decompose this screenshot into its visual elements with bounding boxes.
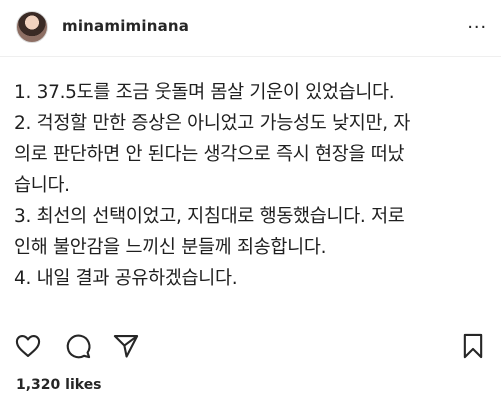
post-text-line: 2. 걱정할 만한 증상은 아니었고 가능성도 낮지만, 자	[14, 113, 411, 134]
bookmark-icon[interactable]	[459, 332, 487, 365]
comment-icon[interactable]	[64, 332, 92, 365]
post-text-line: 의로 판단하면 안 된다는 생각으로 즉시 현장을 떠났	[14, 144, 405, 165]
post-text-line: 3. 최선의 선택이었고, 지침대로 행동했습니다. 저로	[14, 206, 405, 227]
avatar[interactable]	[16, 11, 48, 43]
share-icon[interactable]	[112, 332, 140, 365]
more-options-icon[interactable]: ...	[467, 12, 487, 32]
heart-icon[interactable]	[14, 332, 42, 365]
username[interactable]: minamiminana	[62, 17, 189, 35]
post-text-line: 1. 37.5도를 조금 웃돌며 몸살 기운이 있었습니다.	[14, 82, 395, 103]
post-image: 1. 37.5도를 조금 웃돌며 몸살 기운이 있었습니다. 2. 걱정할 만한…	[0, 57, 501, 317]
likes-count[interactable]: 1,320 likes	[16, 377, 102, 393]
post-text-line: 인해 불안감을 느끼신 분들께 죄송합니다.	[14, 237, 327, 258]
post-text-line: 습니다.	[14, 175, 70, 196]
action-bar	[0, 326, 501, 366]
post-text: 1. 37.5도를 조금 웃돌며 몸살 기운이 있었습니다. 2. 걱정할 만한…	[14, 77, 487, 294]
post-header: minamiminana ...	[0, 0, 501, 57]
post-text-line: 4. 내일 결과 공유하겠습니다.	[14, 268, 238, 289]
